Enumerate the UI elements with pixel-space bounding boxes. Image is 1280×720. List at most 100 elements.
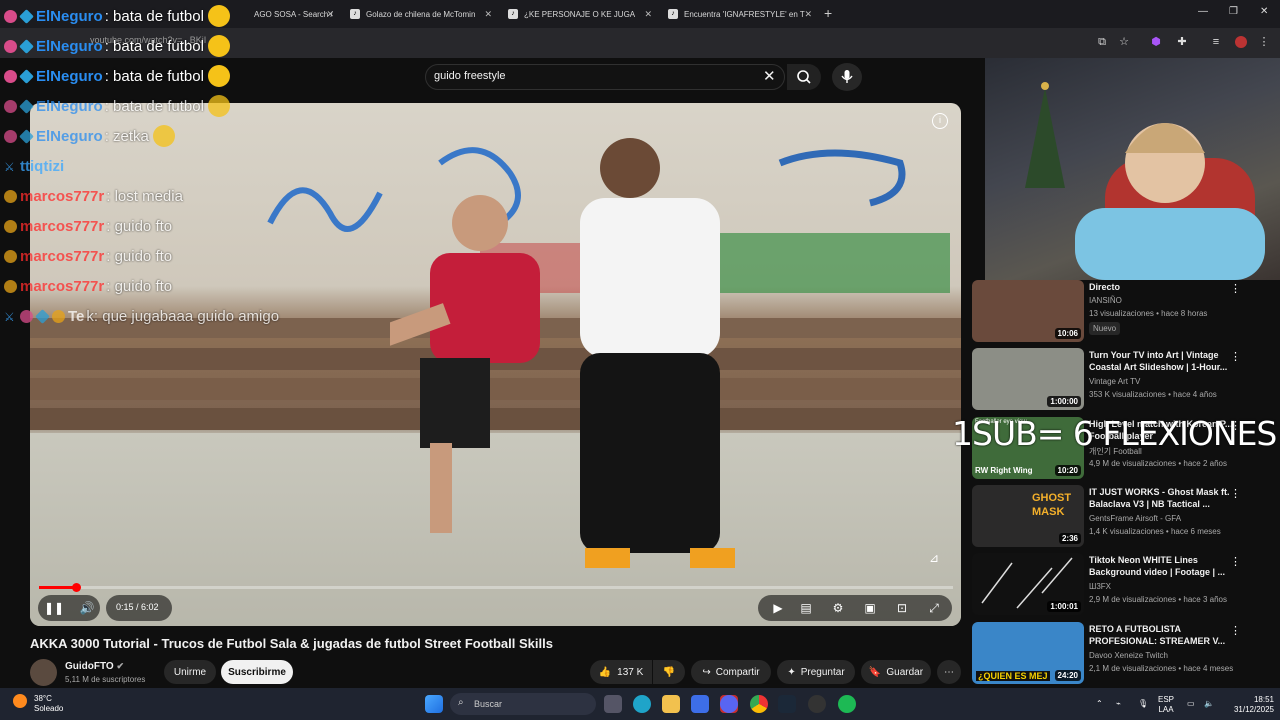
extension-icon[interactable]: ⬢: [1150, 36, 1162, 48]
video-title[interactable]: RETO A FUTBOLISTA PROFESIONAL: STREAMER …: [1089, 623, 1239, 647]
channel-name[interactable]: Davoo Xeneize Twitch: [1089, 651, 1168, 660]
store-icon[interactable]: [691, 695, 709, 713]
voice-search-button[interactable]: [832, 63, 862, 91]
video-title[interactable]: IT JUST WORKS - Ghost Mask ft. Balaclava…: [1089, 486, 1239, 510]
maximize-button[interactable]: ❐: [1229, 6, 1238, 17]
recommended-video[interactable]: GHOST MASK 2:36 IT JUST WORKS - Ghost Ma…: [970, 485, 1270, 549]
weather-sun-icon[interactable]: [13, 694, 27, 708]
share-button[interactable]: ↪ Compartir: [691, 660, 771, 684]
channel-avatar[interactable]: [30, 659, 57, 686]
like-button[interactable]: 👍 137 K: [590, 660, 652, 684]
weather-widget[interactable]: 38°C Soleado: [34, 694, 63, 714]
stream-overlay-text: 1SUB= 6 FLEXIONES: [952, 414, 1277, 453]
channel-name[interactable]: IANSIÑO: [1089, 296, 1122, 305]
speaker-icon[interactable]: 🔈: [1204, 699, 1214, 709]
more-options-icon[interactable]: ⋮: [1230, 282, 1241, 295]
minimize-button[interactable]: —: [1198, 6, 1208, 17]
subscriber-count: 5,11 M de suscriptores: [65, 675, 146, 684]
discord-icon[interactable]: [720, 695, 738, 713]
recommended-video[interactable]: 1:00:01 Tiktok Neon WHITE Lines Backgrou…: [970, 553, 1270, 617]
install-icon[interactable]: ⧉: [1096, 36, 1108, 48]
progress-track[interactable]: [39, 586, 953, 589]
more-options-icon[interactable]: ⋮: [1230, 350, 1241, 363]
pause-icon[interactable]: ❚❚: [44, 600, 64, 616]
puzzle-icon[interactable]: ✚: [1176, 36, 1188, 48]
tab-1[interactable]: AGO SOSA - Search / ✕: [254, 4, 334, 24]
info-icon[interactable]: i: [932, 113, 948, 129]
network-icon[interactable]: ⌁: [1116, 699, 1121, 709]
display-icon[interactable]: ▭: [1187, 699, 1195, 709]
tab-2[interactable]: ♪ Golazo de chilena de McTomin ✕: [350, 4, 492, 24]
player-white-shirt: [580, 138, 735, 568]
cast-icon[interactable]: ⊡: [894, 600, 910, 616]
close-icon[interactable]: ✕: [326, 9, 334, 20]
clock[interactable]: 18:51 31/12/2025: [1222, 695, 1274, 715]
more-options-icon[interactable]: ⋮: [1230, 487, 1241, 500]
join-button[interactable]: Unirme: [164, 660, 216, 684]
steam-icon[interactable]: [778, 695, 796, 713]
close-icon[interactable]: ✕: [644, 9, 652, 20]
settings-gear-icon[interactable]: ⚙: [830, 600, 846, 616]
language-indicator[interactable]: ESP LAA: [1158, 695, 1174, 715]
tray-chevron-icon[interactable]: ⌃: [1096, 699, 1103, 709]
mic-tray-icon[interactable]: 🎙: [1138, 699, 1148, 709]
search-button[interactable]: [787, 64, 821, 90]
menu-icon[interactable]: ⋮: [1258, 36, 1270, 48]
video-player[interactable]: i: [30, 103, 961, 626]
recommended-video[interactable]: 10:06 Directo IANSIÑO 13 visualizaciones…: [970, 280, 1270, 344]
video-title[interactable]: Tiktok Neon WHITE Lines Background video…: [1089, 554, 1239, 578]
recommended-video[interactable]: ¿QUIEN ES MEJ 24:20 RETO A FUTBOLISTA PR…: [970, 622, 1270, 686]
clock-time: 18:51: [1253, 695, 1274, 704]
channel-name[interactable]: Vintage Art TV: [1089, 377, 1140, 386]
video-thumbnail[interactable]: 1:00:01: [972, 553, 1084, 615]
volume-icon[interactable]: 🔊: [79, 600, 95, 616]
video-thumbnail[interactable]: GHOST MASK 2:36: [972, 485, 1084, 547]
video-thumbnail[interactable]: ¿QUIEN ES MEJ 24:20: [972, 622, 1084, 684]
video-title[interactable]: Directo: [1089, 281, 1239, 293]
window-close-button[interactable]: ✕: [1260, 6, 1268, 17]
fullscreen-icon[interactable]: ⤢: [926, 600, 942, 616]
more-options-icon[interactable]: ⋮: [1230, 555, 1241, 568]
search-input[interactable]: guido freestyle: [434, 70, 506, 82]
profile-avatar[interactable]: [1235, 36, 1247, 48]
channel-name[interactable]: GuidoFTO ✔: [65, 661, 124, 672]
tab-3[interactable]: ♪ ¿KE PERSONAJE O KE JUGA ✕: [508, 4, 652, 24]
file-explorer-icon[interactable]: [662, 695, 680, 713]
more-actions-button[interactable]: ⋯: [937, 660, 961, 684]
video-thumbnail[interactable]: 1:00:00: [972, 348, 1084, 410]
taskbar-search[interactable]: [450, 693, 596, 715]
miniplayer-icon[interactable]: ▣: [862, 600, 878, 616]
recommended-video[interactable]: 1:00:00 Turn Your TV into Art | Vintage …: [970, 348, 1270, 412]
channel-name[interactable]: Ш3FX: [1089, 582, 1111, 591]
subtitles-icon[interactable]: ▤: [798, 600, 814, 616]
chrome-icon[interactable]: [750, 695, 768, 713]
progress-scrubber[interactable]: [72, 583, 81, 592]
dislike-button[interactable]: 👎: [653, 660, 685, 684]
video-title: AKKA 3000 Tutorial - Trucos de Futbol Sa…: [30, 636, 553, 651]
bookmark-star-icon[interactable]: ☆: [1118, 36, 1130, 48]
url-field[interactable]: youtube.com/watch?v=...BKjI: [90, 35, 206, 45]
channel-watermark-icon[interactable]: ⊿: [929, 551, 949, 567]
more-options-icon[interactable]: ⋮: [1230, 624, 1241, 637]
save-button[interactable]: 🔖 Guardar: [861, 660, 931, 684]
autoplay-toggle[interactable]: ▶: [770, 600, 786, 616]
task-view-icon[interactable]: [604, 695, 622, 713]
new-tab-button[interactable]: +: [824, 5, 832, 21]
windows-start-icon[interactable]: [425, 695, 443, 713]
video-thumbnail[interactable]: 10:06: [972, 280, 1084, 342]
tab-4[interactable]: ♪ Encuentra 'IGNAFRESTYLE' en T ✕: [668, 4, 812, 24]
clear-search-icon[interactable]: ✕: [763, 67, 776, 85]
media-icon[interactable]: ≡: [1210, 36, 1222, 48]
channel-name[interactable]: GentsFrame Airsoft - GFA: [1089, 514, 1181, 523]
edge-icon[interactable]: [633, 695, 651, 713]
close-icon[interactable]: ✕: [484, 9, 492, 20]
close-icon[interactable]: ✕: [804, 9, 812, 20]
taskbar-search-input[interactable]: Buscar: [474, 699, 502, 709]
temperature: 38°C: [34, 694, 52, 703]
ask-button[interactable]: ✦ Preguntar: [777, 660, 855, 684]
subscribe-button[interactable]: Suscribirme: [221, 660, 293, 684]
video-title[interactable]: Turn Your TV into Art | Vintage Coastal …: [1089, 349, 1239, 373]
spotify-icon[interactable]: [838, 695, 856, 713]
thumbs-down-icon: 👎: [662, 666, 676, 678]
obs-icon[interactable]: [808, 695, 826, 713]
